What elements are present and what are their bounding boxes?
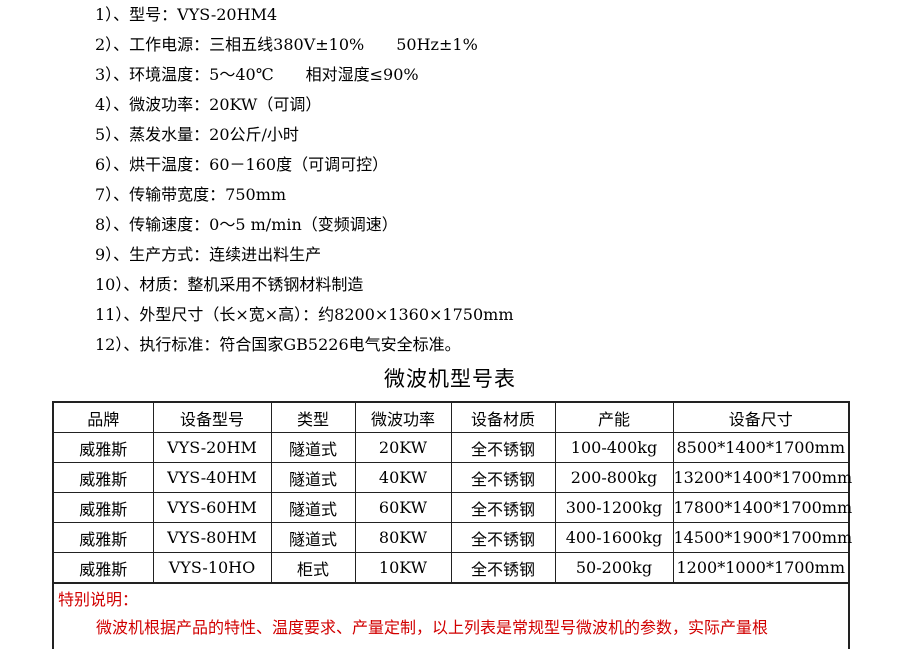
cell-brand: 威雅斯 bbox=[52, 492, 154, 523]
cell-model: VYS-60HM bbox=[152, 492, 272, 523]
table-row: 威雅斯 VYS-10HO 柜式 10KW 全不锈钢 50-200kg 1200*… bbox=[52, 552, 850, 584]
cell-brand: 威雅斯 bbox=[52, 462, 154, 493]
cell-size: 8500*1400*1700mm bbox=[672, 432, 850, 463]
table-row: 威雅斯 VYS-80HM 隧道式 80KW 全不锈钢 400-1600kg 14… bbox=[52, 522, 852, 553]
cell-material: 全不锈钢 bbox=[450, 522, 556, 553]
cell-size: 17800*1400*1700mm bbox=[672, 492, 852, 523]
cell-model: VYS-10HO bbox=[152, 552, 272, 584]
cell-brand: 威雅斯 bbox=[52, 432, 154, 463]
cell-type: 柜式 bbox=[270, 552, 356, 584]
cell-power: 10KW bbox=[354, 552, 452, 584]
header-size: 设备尺寸 bbox=[672, 401, 850, 433]
cell-size: 13200*1400*1700mm bbox=[672, 462, 852, 493]
table-title: 微波机型号表 bbox=[384, 367, 516, 391]
spec-item: 5）、蒸发水量：20公斤/小时 bbox=[95, 125, 299, 144]
cell-power: 20KW bbox=[354, 432, 452, 463]
header-brand: 品牌 bbox=[52, 401, 154, 433]
header-power: 微波功率 bbox=[354, 401, 452, 433]
cell-power: 40KW bbox=[354, 462, 452, 493]
cell-capacity: 50-200kg bbox=[554, 552, 674, 584]
cell-type: 隧道式 bbox=[270, 462, 356, 493]
spec-item: 12）、执行标准：符合国家GB5226电气安全标准。 bbox=[95, 335, 461, 354]
cell-model: VYS-40HM bbox=[152, 462, 272, 493]
cell-size: 14500*1900*1700mm bbox=[672, 522, 852, 553]
cell-material: 全不锈钢 bbox=[450, 552, 556, 584]
note-text: 微波机根据产品的特性、温度要求、产量定制，以上列表是常规型号微波机的参数，实际产… bbox=[96, 618, 769, 637]
header-capacity: 产能 bbox=[554, 401, 674, 433]
spec-item: 2）、工作电源：三相五线380V±10% 50Hz±1% bbox=[95, 35, 478, 54]
cell-capacity: 100-400kg bbox=[554, 432, 674, 463]
special-note: 特别说明： 微波机根据产品的特性、温度要求、产量定制，以上列表是常规型号微波机的… bbox=[52, 582, 850, 649]
cell-capacity: 400-1600kg bbox=[554, 522, 674, 553]
spec-item: 11）、外型尺寸（长×宽×高）：约8200×1360×1750mm bbox=[95, 305, 514, 324]
header-material: 设备材质 bbox=[450, 401, 556, 433]
spec-item: 9）、生产方式：连续进出料生产 bbox=[95, 245, 322, 264]
header-model: 设备型号 bbox=[152, 401, 272, 433]
cell-material: 全不锈钢 bbox=[450, 492, 556, 523]
header-type: 类型 bbox=[270, 401, 356, 433]
cell-size: 1200*1000*1700mm bbox=[672, 552, 850, 584]
cell-model: VYS-20HM bbox=[152, 432, 272, 463]
spec-item: 10）、材质：整机采用不锈钢材料制造 bbox=[95, 275, 364, 294]
spec-item: 7）、传输带宽度：750mm bbox=[95, 185, 287, 204]
cell-type: 隧道式 bbox=[270, 522, 356, 553]
spec-item: 1）、型号：VYS-20HM4 bbox=[95, 5, 278, 24]
cell-capacity: 200-800kg bbox=[554, 462, 674, 493]
spec-item: 8）、传输速度：0～5 m/min（变频调速） bbox=[95, 215, 398, 234]
spec-item: 6）、烘干温度：60－160度（可调可控） bbox=[95, 155, 389, 174]
cell-model: VYS-80HM bbox=[152, 522, 272, 553]
cell-brand: 威雅斯 bbox=[52, 522, 154, 553]
table-row: 威雅斯 VYS-40HM 隧道式 40KW 全不锈钢 200-800kg 132… bbox=[52, 462, 852, 493]
cell-material: 全不锈钢 bbox=[450, 462, 556, 493]
cell-material: 全不锈钢 bbox=[450, 432, 556, 463]
model-table: 品牌 设备型号 类型 微波功率 设备材质 产能 设备尺寸 威雅斯 VYS-20H… bbox=[52, 401, 852, 584]
cell-power: 60KW bbox=[354, 492, 452, 523]
cell-type: 隧道式 bbox=[270, 432, 356, 463]
cell-brand: 威雅斯 bbox=[52, 552, 154, 584]
note-title: 特别说明： bbox=[58, 590, 139, 609]
spec-item: 4）、微波功率：20KW（可调） bbox=[95, 95, 322, 114]
spec-item: 3）、环境温度：5～40℃ 相对湿度≤90% bbox=[95, 65, 419, 84]
table-row: 威雅斯 VYS-60HM 隧道式 60KW 全不锈钢 300-1200kg 17… bbox=[52, 492, 852, 523]
cell-capacity: 300-1200kg bbox=[554, 492, 674, 523]
table-row: 威雅斯 VYS-20HM 隧道式 20KW 全不锈钢 100-400kg 850… bbox=[52, 432, 850, 463]
spec-list: 1）、型号：VYS-20HM4 2）、工作电源：三相五线380V±10% 50H… bbox=[95, 0, 514, 360]
cell-type: 隧道式 bbox=[270, 492, 356, 523]
table-header-row: 品牌 设备型号 类型 微波功率 设备材质 产能 设备尺寸 bbox=[52, 401, 850, 433]
cell-power: 80KW bbox=[354, 522, 452, 553]
